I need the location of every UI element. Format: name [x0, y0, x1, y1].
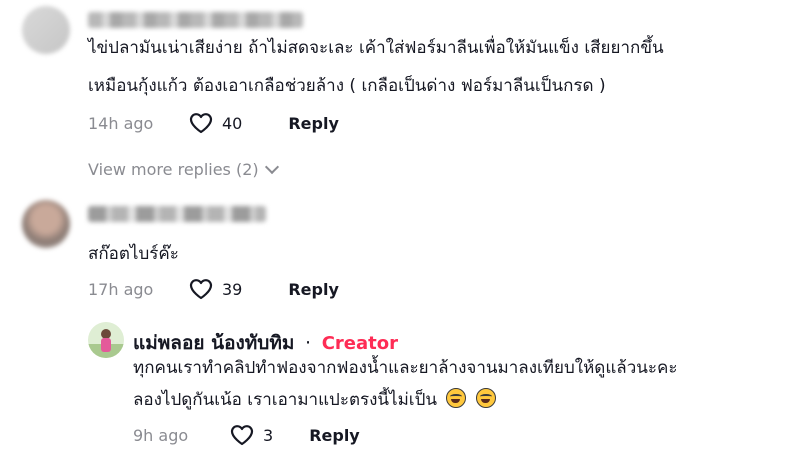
laughing-tears-emoji: [446, 388, 467, 408]
reply-meta: 9h ago 3 Reply: [133, 423, 360, 447]
comment-meta: 14h ago 40 Reply: [88, 111, 339, 135]
comment-text-line: เหมือนกุ้งแก้ว ต้องเอาเกลือช่วยล้าง ( เก…: [88, 76, 606, 96]
heart-outline-icon: [230, 425, 254, 446]
creator-avatar-image: [88, 322, 124, 358]
view-more-replies[interactable]: View more replies (2): [88, 159, 279, 179]
reply-button[interactable]: Reply: [288, 280, 339, 299]
reply-button[interactable]: Reply: [288, 114, 339, 133]
creator-avatar[interactable]: [88, 322, 124, 358]
comment-text-line: สก๊อตไบร์ค๊ะ: [88, 244, 179, 264]
creator-badge: Creator: [321, 333, 399, 354]
creator-name[interactable]: แม่พลอย น้องทับทิม: [133, 332, 294, 354]
reply-time: 9h ago: [133, 425, 189, 445]
commenter-name-blurred[interactable]: [88, 12, 303, 28]
like-count: 3: [263, 425, 274, 445]
like-button[interactable]: 3: [229, 423, 273, 447]
chevron-down-icon: [264, 159, 279, 174]
heart-outline-icon: [189, 113, 213, 134]
commenter-avatar[interactable]: [22, 6, 70, 54]
reply-text-line: ทุกคนเราทำคลิปทำฟองจากฟองน้ำและยาล้างจาน…: [133, 358, 678, 378]
comment-time: 14h ago: [88, 113, 154, 133]
laughing-tears-emoji: [475, 388, 496, 408]
like-count: 39: [222, 279, 243, 299]
heart-outline-icon: [189, 279, 213, 300]
comment-time: 17h ago: [88, 279, 154, 299]
commenter-name-blurred[interactable]: [88, 206, 266, 222]
like-count: 40: [222, 113, 243, 133]
reply-text-line: ลองไปดูกันเน้อ เราเอามาแปะตรงนี้ไม่เป็น: [133, 390, 438, 410]
like-button[interactable]: 40: [188, 111, 242, 135]
comment-text-line: ไข่ปลามันเน่าเสียง่าย ถ้าไม่สดจะเละ เค้า…: [88, 38, 664, 58]
reply-button[interactable]: Reply: [309, 426, 360, 445]
separator: ·: [305, 332, 312, 354]
reply-text-line-2: ลองไปดูกันเน้อ เราเอามาแปะตรงนี้ไม่เป็น: [133, 386, 496, 415]
commenter-avatar[interactable]: [22, 200, 70, 248]
like-button[interactable]: 39: [188, 277, 242, 301]
comment-meta: 17h ago 39 Reply: [88, 277, 339, 301]
view-more-label: View more replies (2): [88, 160, 259, 179]
